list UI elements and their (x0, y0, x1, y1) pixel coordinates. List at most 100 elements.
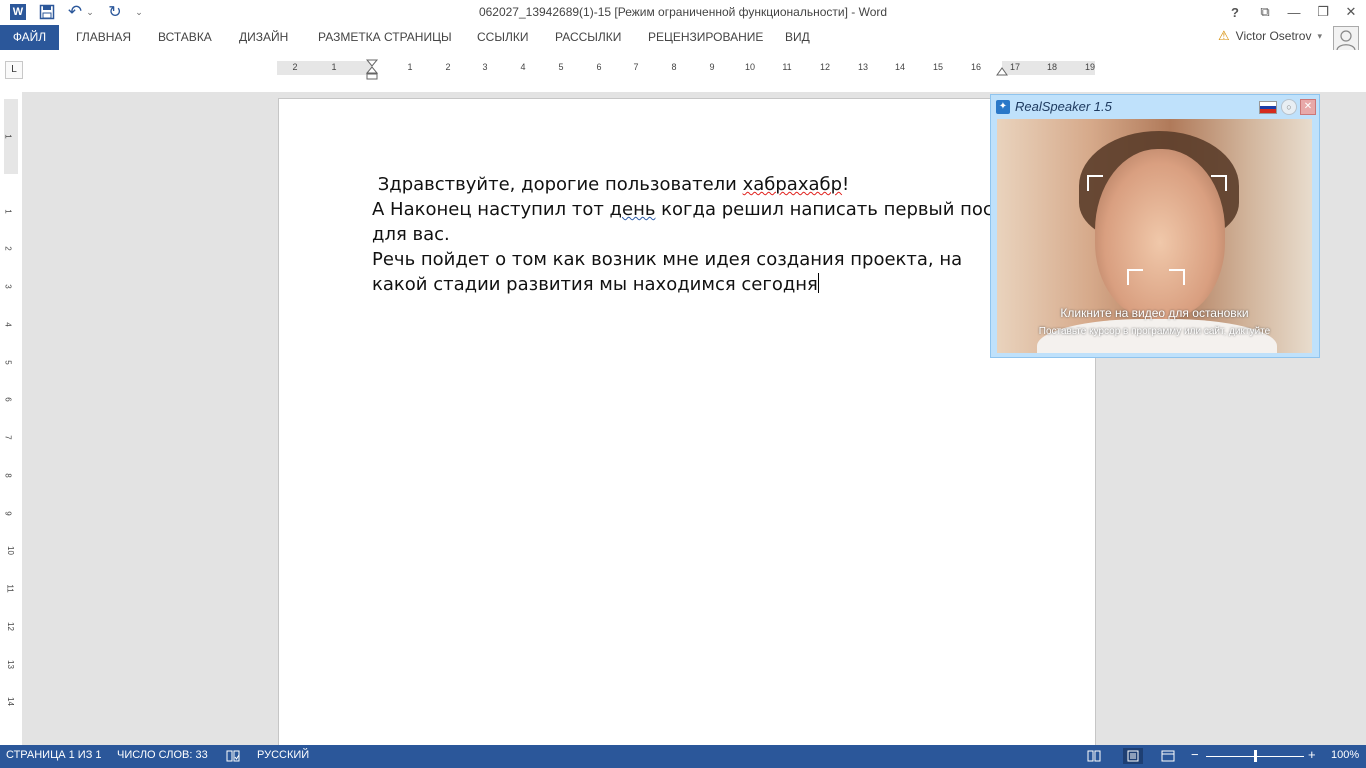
webcam-video[interactable]: Кликните на видео для остановки Поставьт… (997, 119, 1312, 353)
grammar-flagged-word[interactable]: день (610, 199, 656, 220)
document-body[interactable]: Здравствуйте, дорогие пользователи хабра… (372, 172, 1012, 297)
window-title: 062027_13942689(1)-15 [Режим ограниченно… (478, 5, 888, 19)
ruler-label: 1 (3, 134, 13, 139)
realspeaker-close-icon[interactable]: ✕ (1300, 99, 1316, 115)
ruler-label: 17 (1009, 62, 1021, 72)
ruler-text-area (372, 61, 1002, 75)
web-layout-icon[interactable] (1160, 748, 1176, 764)
zoom-percent[interactable]: 100% (1331, 749, 1359, 761)
text-run: Речь пойдет о том как возник мне идея со… (372, 249, 968, 295)
ruler-label: 9 (3, 511, 13, 516)
ruler-label: 2 (292, 62, 298, 72)
ruler-label: 2 (3, 246, 13, 251)
tab-insert[interactable]: ВСТАВКА (158, 25, 212, 50)
video-face (1095, 149, 1225, 319)
zoom-in-button[interactable]: + (1308, 747, 1316, 762)
zoom-slider-thumb[interactable] (1254, 750, 1257, 762)
web-layout-glyph (1161, 750, 1175, 762)
user-icon (1336, 30, 1356, 51)
ruler-label: 8 (3, 473, 13, 478)
ruler-label: 10 (744, 62, 756, 72)
text-run: Здравствуйте, дорогие пользователи (372, 174, 743, 195)
avatar[interactable] (1333, 26, 1359, 52)
tab-references[interactable]: ССЫЛКИ (477, 25, 528, 50)
account-name[interactable]: Victor Osetrov (1236, 29, 1312, 43)
face-frame-corner (1169, 269, 1185, 285)
vertical-ruler[interactable]: 1 1 2 3 4 5 6 7 8 9 10 11 12 13 14 (4, 99, 18, 745)
word-count[interactable]: ЧИСЛО СЛОВ: 33 (117, 749, 208, 761)
ruler-label: 8 (671, 62, 677, 72)
ruler-label: 7 (3, 435, 13, 440)
ruler-label: 4 (3, 322, 13, 327)
proofing-icon[interactable] (225, 748, 241, 764)
ruler-label: 18 (1046, 62, 1058, 72)
ruler-label: 1 (331, 62, 337, 72)
language-indicator[interactable]: РУССКИЙ (257, 749, 309, 761)
language-flag-icon[interactable] (1259, 101, 1277, 114)
tab-design[interactable]: ДИЗАЙН (239, 25, 288, 50)
book-check-glyph (226, 750, 240, 762)
print-layout-icon[interactable] (1123, 748, 1143, 764)
ruler-label: 1 (407, 62, 413, 72)
ruler-label: 11 (782, 62, 792, 72)
ruler-label: 13 (5, 660, 15, 669)
horizontal-ruler[interactable]: 2 1 1 2 3 4 5 6 7 8 9 10 11 12 13 14 15 … (277, 59, 1095, 80)
ruler-label: 9 (709, 62, 715, 72)
page-count[interactable]: СТРАНИЦА 1 ИЗ 1 (6, 749, 102, 761)
ruler-label: 4 (520, 62, 526, 72)
ruler-label: 1 (3, 209, 13, 214)
indent-marker-icon[interactable] (365, 59, 379, 81)
zoom-out-button[interactable]: − (1191, 747, 1199, 762)
ruler-label: 6 (3, 397, 13, 402)
ruler-label: 5 (3, 360, 13, 365)
status-bar: СТРАНИЦА 1 ИЗ 1 ЧИСЛО СЛОВ: 33 РУССКИЙ −… (0, 745, 1366, 768)
ruler-label: 14 (894, 62, 906, 72)
ruler-label: 7 (633, 62, 639, 72)
misspelled-word[interactable]: хабрахабр (743, 174, 842, 195)
face-frame-corner (1087, 175, 1103, 191)
ruler-label: 3 (482, 62, 488, 72)
paragraph[interactable]: Речь пойдет о том как возник мне идея со… (372, 247, 1012, 297)
ruler-label: 5 (558, 62, 564, 72)
close-icon[interactable]: ✕ (1338, 2, 1364, 22)
realspeaker-logo-icon: ✦ (996, 100, 1010, 114)
help-icon[interactable]: ? (1222, 2, 1248, 22)
ruler-label: 16 (970, 62, 982, 72)
right-indent-marker-icon[interactable] (995, 64, 1009, 76)
ruler-label: 13 (857, 62, 869, 72)
minimize-icon[interactable]: — (1281, 2, 1307, 22)
read-mode-icon[interactable] (1086, 748, 1102, 764)
text-run: ! (842, 174, 850, 195)
restore-icon[interactable]: ❐ (1310, 2, 1336, 22)
warning-icon: ⚠ (1218, 28, 1230, 43)
realspeaker-window[interactable]: ✦ RealSpeaker 1.5 ○ ✕ Кликните на видео … (990, 94, 1320, 358)
text-cursor (817, 273, 819, 293)
ribbon-tabs: ФАЙЛ ГЛАВНАЯ ВСТАВКА ДИЗАЙН РАЗМЕТКА СТР… (0, 25, 1366, 50)
realspeaker-settings-icon[interactable]: ○ (1281, 99, 1297, 115)
tab-file[interactable]: ФАЙЛ (0, 25, 59, 50)
flag-stripe (1260, 109, 1276, 113)
ribbon-display-options-icon[interactable]: ⧉ (1252, 2, 1278, 22)
face-frame-corner (1127, 269, 1143, 285)
tab-selector-button[interactable]: L (5, 61, 23, 79)
text-run: А Наконец наступил тот (372, 199, 610, 220)
paragraph[interactable]: А Наконец наступил тот день когда решил … (372, 197, 1012, 247)
tab-home[interactable]: ГЛАВНАЯ (76, 25, 131, 50)
ruler-label: 10 (5, 546, 15, 555)
ruler-label: 3 (3, 284, 13, 289)
read-mode-glyph (1087, 750, 1101, 762)
ruler-label: 12 (819, 62, 831, 72)
chevron-down-icon[interactable]: ▾ (1317, 31, 1322, 42)
paragraph[interactable]: Здравствуйте, дорогие пользователи хабра… (372, 172, 1012, 197)
tab-mailings[interactable]: РАССЫЛКИ (555, 25, 621, 50)
tab-layout[interactable]: РАЗМЕТКА СТРАНИЦЫ (318, 25, 452, 50)
title-bar: W ↶ ⌄ ↻ ⌄ 062027_13942689(1)-15 [Режим о… (0, 0, 1366, 25)
video-stop-hint: Кликните на видео для остановки (1060, 306, 1249, 320)
tab-review[interactable]: РЕЦЕНЗИРОВАНИЕ (648, 25, 763, 50)
ruler-label: 15 (932, 62, 944, 72)
ruler-label: 14 (5, 697, 15, 706)
face-frame-corner (1211, 175, 1227, 191)
account-area[interactable]: ⚠ Victor Osetrov ▾ (1218, 28, 1322, 44)
tab-view[interactable]: ВИД (785, 25, 810, 50)
realspeaker-title: RealSpeaker 1.5 (1015, 99, 1112, 114)
